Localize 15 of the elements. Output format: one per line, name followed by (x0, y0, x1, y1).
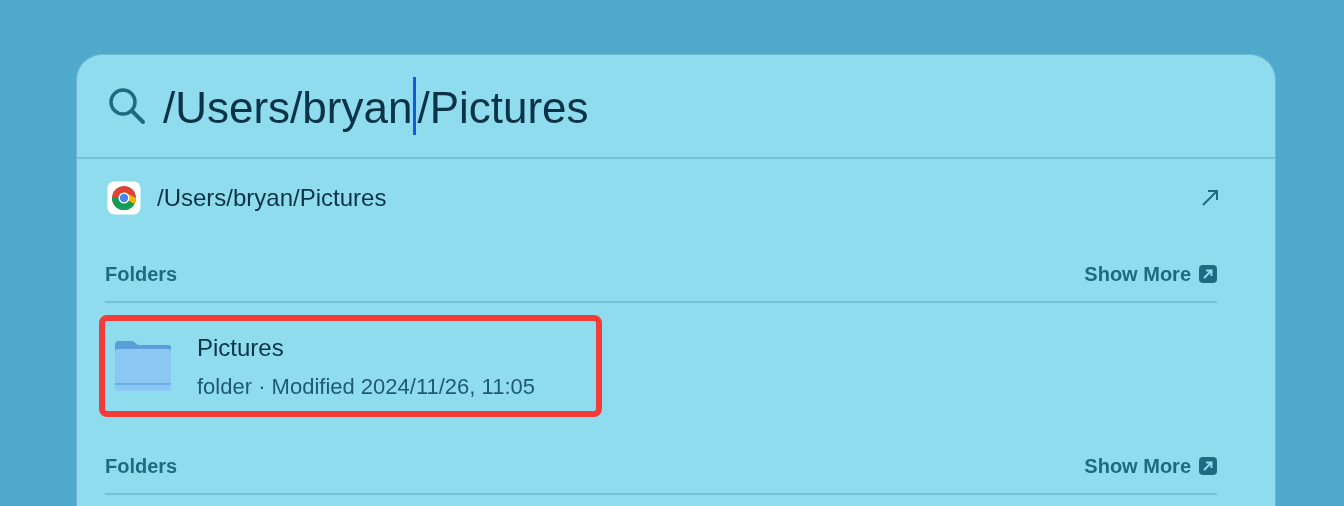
result-title: Pictures (197, 332, 285, 363)
section-title: Folders (105, 262, 178, 287)
browser-icon (107, 181, 141, 215)
result-title: /Users/bryan/Pictures (157, 183, 388, 213)
search-icon (107, 86, 147, 126)
search-field[interactable]: /Users/bryan/Pictures (163, 77, 589, 135)
text-cursor (413, 77, 417, 135)
show-more-link[interactable]: Show More (1084, 451, 1217, 481)
result-row[interactable]: Pictures folder · Modified 2024/11/26, 11:05 (99, 315, 602, 417)
show-more-link[interactable]: Show More (1084, 259, 1217, 289)
folder-icon (113, 339, 173, 393)
arrow-icon[interactable] (1201, 189, 1219, 207)
section-title: Folders (105, 454, 178, 479)
result-subtitle: folder · Modified 2024/11/26, 11:05 (197, 372, 535, 401)
top-hit-row[interactable]: /Users/bryan/Pictures (77, 159, 1275, 237)
